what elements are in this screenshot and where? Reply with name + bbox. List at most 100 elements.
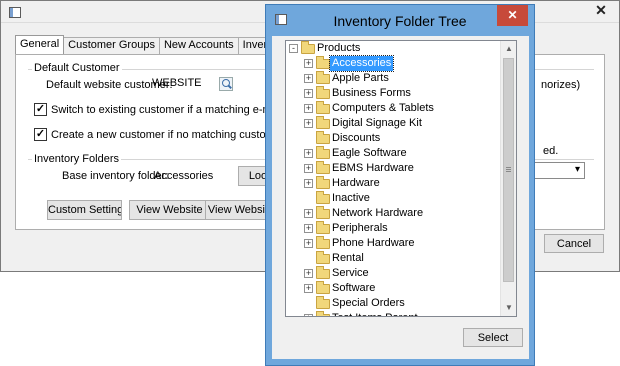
expand-icon[interactable]: + [304, 314, 313, 316]
tree-node-label: Software [332, 282, 376, 294]
expand-icon[interactable]: + [304, 59, 313, 68]
folder-icon [316, 146, 330, 159]
select-button[interactable]: Select [463, 328, 523, 347]
folder-icon [316, 236, 330, 249]
tree-node[interactable]: - Products [289, 41, 479, 56]
ed-text-fragment: ed. [543, 145, 559, 157]
customer-lookup-icon[interactable] [219, 77, 233, 91]
folder-icon [316, 116, 330, 129]
tree-node-label: Rental [332, 252, 364, 264]
tree-node[interactable]: + Peripherals [304, 221, 494, 236]
collapse-icon[interactable]: - [289, 44, 298, 53]
folder-icon [316, 221, 330, 234]
tree-node-label: Inactive [332, 192, 370, 204]
tree-node[interactable]: Rental [304, 251, 494, 266]
expand-icon[interactable]: + [304, 269, 313, 278]
tab-general[interactable]: General [15, 35, 65, 54]
expand-icon[interactable]: + [304, 224, 313, 233]
folder-icon [316, 56, 330, 69]
expand-icon[interactable]: + [304, 119, 313, 128]
tree-node[interactable]: Inactive [304, 191, 494, 206]
view-website-button[interactable]: View Website [129, 200, 210, 220]
expand-icon[interactable]: + [304, 149, 313, 158]
expand-icon[interactable]: + [304, 104, 313, 113]
expand-icon[interactable]: + [304, 209, 313, 218]
folder-icon [316, 251, 330, 264]
tree-node[interactable]: + Computers & Tablets [304, 101, 494, 116]
tree-node[interactable]: + Business Forms [304, 86, 494, 101]
tree-node-label: Test Items Parent [330, 311, 420, 316]
folder-icon [316, 311, 330, 316]
tree-node-label: Business Forms [332, 87, 411, 99]
folder-icon [316, 71, 330, 84]
tree-node-label: Service [332, 267, 369, 279]
folder-icon [316, 281, 330, 294]
tree-node-label: Products [317, 42, 361, 54]
tree-node[interactable]: Special Orders [304, 296, 494, 311]
expand-icon[interactable]: + [304, 89, 313, 98]
app-icon [9, 7, 21, 18]
expand-icon[interactable]: + [304, 284, 313, 293]
tree-node[interactable]: + Test Items Parent [304, 311, 494, 316]
base-inventory-folder-label: Base inventory folder: [62, 170, 169, 182]
tree-node[interactable]: + Accessories [304, 55, 494, 72]
create-new-customer-checkbox[interactable]: ✓ [34, 128, 47, 141]
scroll-down-icon[interactable]: ▼ [501, 300, 516, 316]
authorizes-text-fragment: norizes) [541, 79, 581, 91]
tree-node[interactable]: Discounts [304, 131, 494, 146]
tab-customer-groups[interactable]: Customer Groups [63, 37, 160, 54]
dialog-title: Inventory Folder Tree [333, 13, 467, 29]
chevron-down-icon: ▾ [574, 164, 580, 175]
folder-icon [316, 296, 330, 309]
cancel-button[interactable]: Cancel [544, 234, 604, 253]
tree-node-label: Digital Signage Kit [332, 117, 422, 129]
tree-scrollbar[interactable]: ▲ ▼ [500, 41, 516, 316]
tree-node-label: Phone Hardware [332, 237, 415, 249]
tree-node[interactable]: + Service [304, 266, 494, 281]
dialog-close-button[interactable]: ✕ [497, 5, 528, 26]
expand-icon[interactable]: + [304, 239, 313, 248]
folder-icon [316, 176, 330, 189]
settings-close-button[interactable]: ✕ [585, 1, 617, 19]
folder-icon [301, 41, 315, 54]
scrollbar-grip-icon [506, 167, 511, 172]
tree-node[interactable]: + Hardware [304, 176, 494, 191]
tree-node-label: Apple Parts [332, 72, 389, 84]
folder-icon [316, 161, 330, 174]
tree-node[interactable]: + Eagle Software [304, 146, 494, 161]
tree-node-label: Computers & Tablets [332, 102, 434, 114]
scroll-up-icon[interactable]: ▲ [501, 41, 516, 57]
folder-tree[interactable]: - Products + Accessories + Apple Parts + Busine… [285, 40, 517, 317]
folder-icon [316, 206, 330, 219]
scrollbar-thumb[interactable] [503, 58, 514, 282]
tree-node-label: Accessories [328, 55, 395, 72]
tree-node[interactable]: + Phone Hardware [304, 236, 494, 251]
switch-existing-customer-checkbox[interactable]: ✓ [34, 103, 47, 116]
tree-node-label: Special Orders [332, 297, 405, 309]
tree-node[interactable]: + EBMS Hardware [304, 161, 494, 176]
dialog-body: - Products + Accessories + Apple Parts + Busine… [272, 36, 529, 359]
base-inventory-folder-value: Accessories [154, 170, 214, 182]
tree-node[interactable]: + Network Hardware [304, 206, 494, 221]
tree-node[interactable]: + Digital Signage Kit [304, 116, 494, 131]
tree-node-label: Eagle Software [332, 147, 407, 159]
tree-node-label: Peripherals [332, 222, 388, 234]
tab-new-accounts[interactable]: New Accounts [158, 37, 239, 54]
tree-node-label: EBMS Hardware [332, 162, 414, 174]
expand-icon[interactable]: + [304, 74, 313, 83]
tree-node-label: Hardware [332, 177, 380, 189]
expand-icon[interactable]: + [304, 164, 313, 173]
folder-icon [316, 101, 330, 114]
custom-settings-button[interactable]: Custom Settings [47, 200, 122, 220]
folder-icon [316, 191, 330, 204]
folder-tree-items: - Products + Accessories + Apple Parts + Busine… [286, 41, 501, 316]
tree-node-label: Discounts [332, 132, 381, 144]
tree-node[interactable]: + Software [304, 281, 494, 296]
tree-node-label: Network Hardware [332, 207, 424, 219]
expand-icon[interactable]: + [304, 179, 313, 188]
folder-icon [316, 86, 330, 99]
settings-dropdown[interactable]: ▾ [533, 162, 585, 179]
tree-node[interactable]: + Apple Parts [304, 71, 494, 86]
inventory-folders-group-title: Inventory Folders [32, 153, 121, 165]
inventory-folder-tree-dialog: Inventory Folder Tree ✕ - Products + Access… [265, 4, 535, 366]
